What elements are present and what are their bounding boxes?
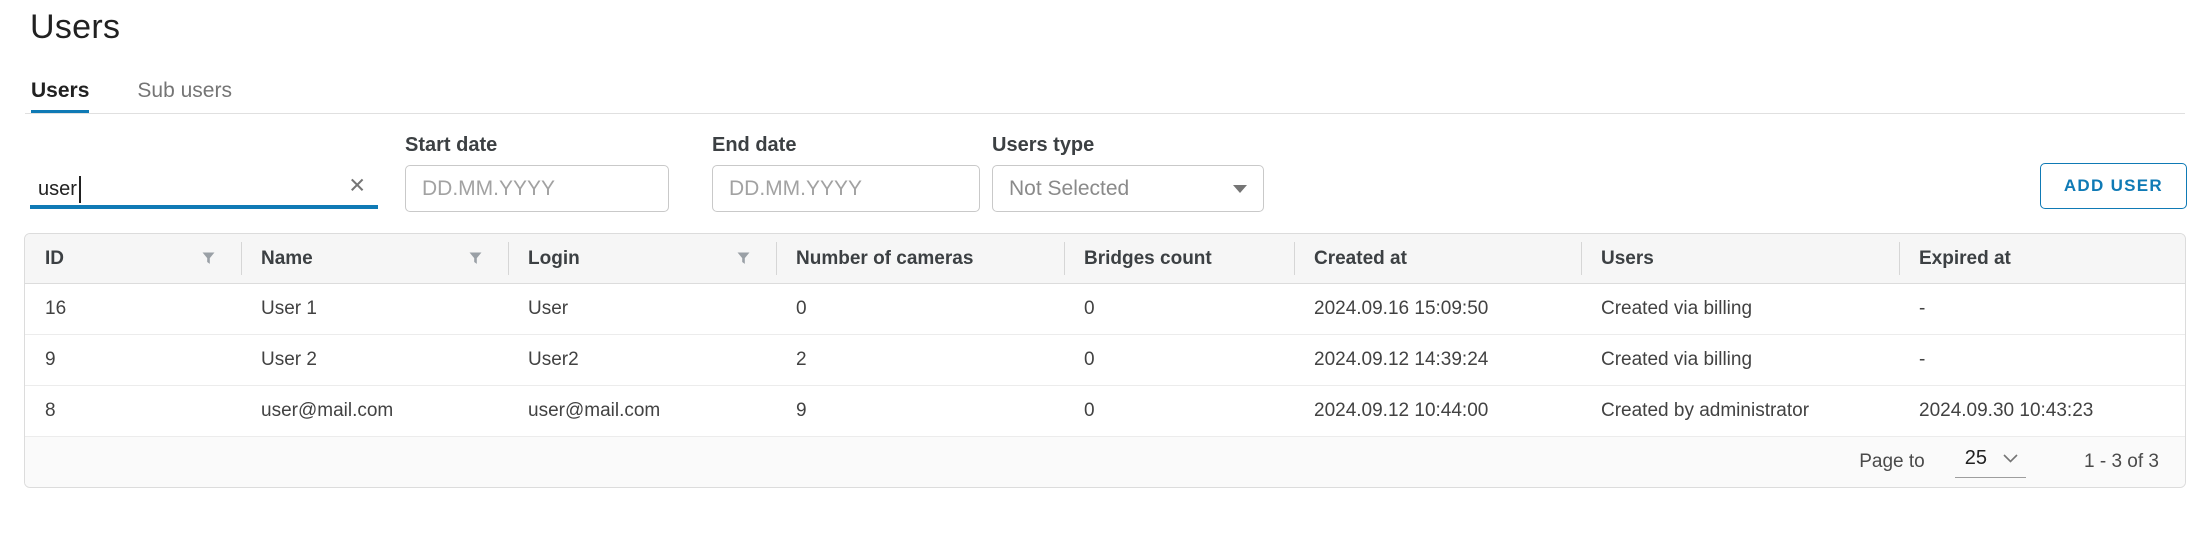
page-title: Users (30, 8, 120, 47)
column-header-label: Login (528, 248, 580, 270)
cell-id: 9 (25, 349, 241, 371)
tab-sub-users[interactable]: Sub users (137, 80, 232, 114)
cell-login: User2 (508, 349, 776, 371)
column-header-id[interactable]: ID (25, 234, 241, 283)
column-header-label: Expired at (1919, 248, 2011, 270)
column-header-label: Created at (1314, 248, 1407, 270)
cell-name: User 2 (241, 349, 508, 371)
users-type-group: Users type Not Selected (992, 134, 1264, 212)
column-header-label: Name (261, 248, 313, 270)
column-header-label: Number of cameras (796, 248, 973, 270)
pagination-range: 1 - 3 of 3 (2084, 451, 2159, 473)
cell-users: Created via billing (1581, 349, 1899, 371)
cell-cameras: 0 (776, 298, 1064, 320)
cell-created-at: 2024.09.12 14:39:24 (1294, 349, 1581, 371)
cell-cameras: 9 (776, 400, 1064, 422)
end-date-group: End date (712, 134, 980, 212)
chevron-down-icon (2003, 454, 2018, 463)
end-date-label: End date (712, 134, 980, 157)
table-row[interactable]: 16 User 1 User 0 0 2024.09.16 15:09:50 C… (25, 284, 2185, 335)
cell-expired-at: - (1899, 349, 2185, 371)
cell-created-at: 2024.09.16 15:09:50 (1294, 298, 1581, 320)
users-type-label: Users type (992, 134, 1264, 157)
cell-login: User (508, 298, 776, 320)
cell-login: user@mail.com (508, 400, 776, 422)
tab-users[interactable]: Users (31, 80, 89, 114)
users-table: ID Name Login Number of cameras Bridges … (24, 233, 2186, 488)
start-date-group: Start date (405, 134, 669, 212)
cell-expired-at: 2024.09.30 10:43:23 (1899, 400, 2185, 422)
column-header-name[interactable]: Name (241, 234, 508, 283)
cell-name: User 1 (241, 298, 508, 320)
column-header-bridges: Bridges count (1064, 234, 1294, 283)
cell-bridges: 0 (1064, 349, 1294, 371)
cell-expired-at: - (1899, 298, 2185, 320)
page-size-value: 25 (1965, 447, 1987, 470)
cell-id: 8 (25, 400, 241, 422)
column-header-created-at: Created at (1294, 234, 1581, 283)
table-row[interactable]: 8 user@mail.com user@mail.com 9 0 2024.0… (25, 386, 2185, 437)
cell-id: 16 (25, 298, 241, 320)
filter-icon[interactable] (737, 252, 750, 265)
tabs-divider (25, 113, 2185, 114)
start-date-input[interactable] (405, 165, 669, 212)
table-row[interactable]: 9 User 2 User2 2 0 2024.09.12 14:39:24 C… (25, 335, 2185, 386)
search-field[interactable]: ✕ (30, 167, 378, 209)
cell-name: user@mail.com (241, 400, 508, 422)
cell-created-at: 2024.09.12 10:44:00 (1294, 400, 1581, 422)
column-header-label: Users (1601, 248, 1654, 270)
column-header-label: ID (45, 248, 64, 270)
text-caret (79, 176, 81, 203)
filter-icon[interactable] (202, 252, 215, 265)
users-type-select[interactable]: Not Selected (992, 165, 1264, 212)
cell-bridges: 0 (1064, 400, 1294, 422)
cell-bridges: 0 (1064, 298, 1294, 320)
column-header-cameras: Number of cameras (776, 234, 1064, 283)
cell-cameras: 2 (776, 349, 1064, 371)
column-header-expired-at: Expired at (1899, 234, 2185, 283)
clear-search-icon[interactable]: ✕ (348, 176, 366, 197)
cell-users: Created via billing (1581, 298, 1899, 320)
search-input[interactable] (30, 167, 378, 205)
dropdown-arrow-icon (1233, 185, 1247, 193)
column-header-login[interactable]: Login (508, 234, 776, 283)
users-type-value: Not Selected (1009, 177, 1129, 201)
start-date-label: Start date (405, 134, 669, 157)
add-user-button[interactable]: ADD USER (2040, 163, 2187, 209)
table-header-row: ID Name Login Number of cameras Bridges … (25, 234, 2185, 284)
page-size-select[interactable]: 25 (1955, 447, 2026, 478)
table-footer: Page to 25 1 - 3 of 3 (25, 437, 2185, 487)
column-header-label: Bridges count (1084, 248, 1212, 270)
end-date-input[interactable] (712, 165, 980, 212)
tab-bar: Users Sub users (31, 80, 232, 114)
cell-users: Created by administrator (1581, 400, 1899, 422)
page-to-label: Page to (1859, 451, 1925, 473)
filter-icon[interactable] (469, 252, 482, 265)
column-header-users: Users (1581, 234, 1899, 283)
